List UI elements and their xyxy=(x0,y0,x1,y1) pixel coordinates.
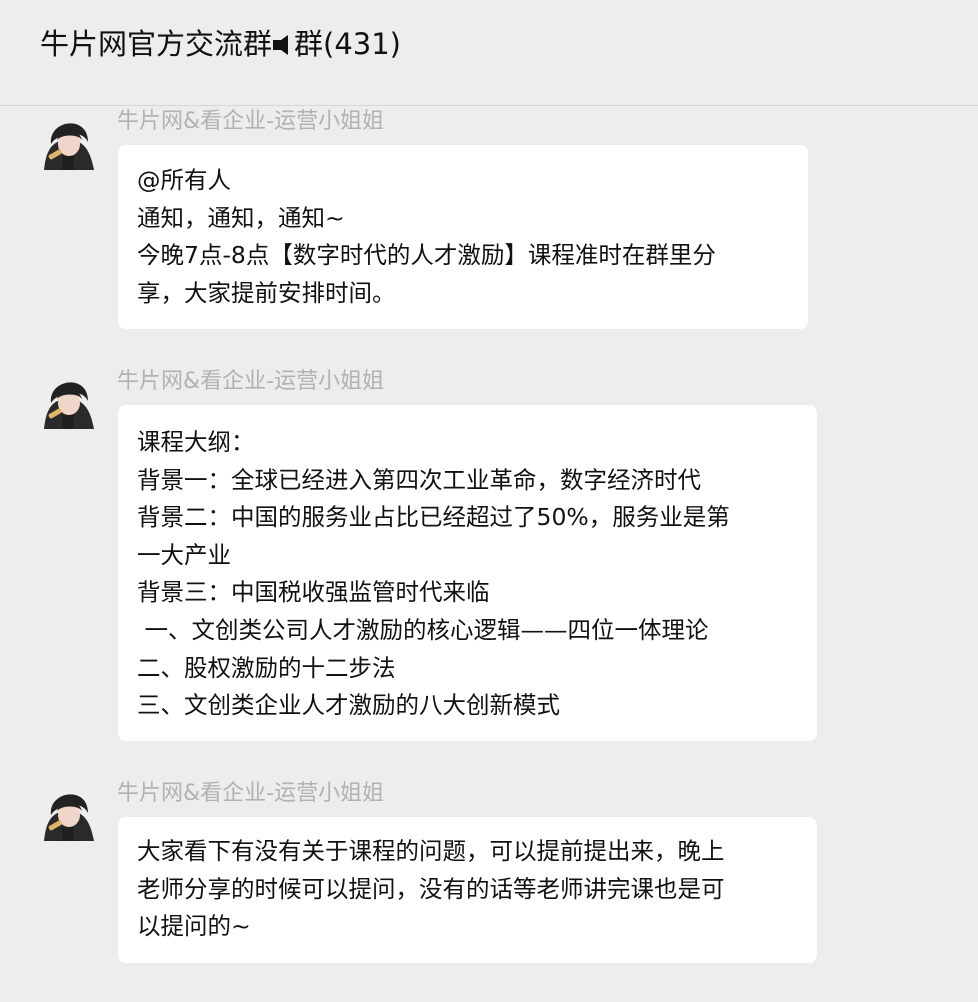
chat-title-text: 牛片网官方交流群 xyxy=(40,27,273,61)
message-line: 二、股权激励的十二步法 xyxy=(137,653,396,682)
avatar[interactable] xyxy=(38,110,98,170)
chat-member-count: 群(431) xyxy=(294,27,401,61)
avatar[interactable] xyxy=(38,781,98,841)
chat-title[interactable]: 牛片网官方交流群 群(431) xyxy=(40,22,401,66)
message-line: 大家看下有没有关于课程的问题，可以提前提出来，晚上 xyxy=(137,837,725,865)
message-line: @所有人 xyxy=(137,166,231,194)
message-line: 以提问的~ xyxy=(137,912,251,941)
speaker-muted-icon xyxy=(273,24,293,55)
message-line: 通知，通知，通知~ xyxy=(137,203,345,232)
message-bubble[interactable]: @所有人 通知，通知，通知~ 今晚7点-8点【数字时代的人才激励】课程准时在群里… xyxy=(118,145,808,329)
message-line: 今晚7点-8点【数字时代的人才激励】课程准时在群里分 xyxy=(137,241,716,270)
message-line: 背景一：全球已经进入第四次工业革命，数字经济时代 xyxy=(137,465,701,494)
message-line: 三、文创类企业人才激励的八大创新模式 xyxy=(137,691,560,720)
message-line: 背景二：中国的服务业占比已经超过了50%，服务业是第 xyxy=(137,503,730,532)
message-line: 老师分享的时候可以提问，没有的话等老师讲完课也是可 xyxy=(137,874,725,903)
sender-name: 牛片网&看企业-运营小姐姐 xyxy=(117,781,385,806)
avatar[interactable] xyxy=(38,369,98,429)
message-bubble[interactable]: 大家看下有没有关于课程的问题，可以提前提出来，晚上 老师分享的时候可以提问，没有… xyxy=(118,817,817,963)
sender-name: 牛片网&看企业-运营小姐姐 xyxy=(117,369,385,394)
chat-header: 牛片网官方交流群 群(431) xyxy=(0,0,978,106)
message-line: 一、文创类公司人才激励的核心逻辑——四位一体理论 xyxy=(137,615,709,644)
message-line: 一大产业 xyxy=(137,540,231,569)
message-bubble[interactable]: 课程大纲： 背景一：全球已经进入第四次工业革命，数字经济时代 背景二：中国的服务… xyxy=(118,405,817,741)
message-line: 课程大纲： xyxy=(137,428,255,456)
message-line: 背景三：中国税收强监管时代来临 xyxy=(137,578,490,607)
message-line: 享，大家提前安排时间。 xyxy=(137,278,396,307)
sender-name: 牛片网&看企业-运营小姐姐 xyxy=(117,109,385,134)
